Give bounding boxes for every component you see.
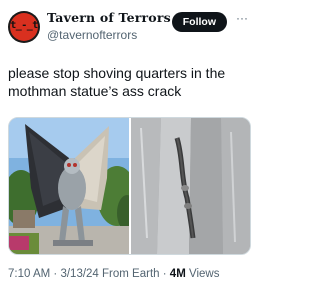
meta-separator: · bbox=[162, 268, 167, 280]
media-grid bbox=[8, 117, 251, 255]
display-name[interactable]: Tavern of Terrors bbox=[47, 10, 177, 26]
tweet-header: t_-_t Tavern of Terrors @tavernofterrors… bbox=[8, 9, 249, 43]
tweet-source: From Earth bbox=[102, 268, 160, 280]
tweet-meta: 7:10 AM · 3/13/24 From Earth · 4M Views bbox=[8, 268, 219, 280]
avatar[interactable]: t_-_t bbox=[8, 11, 40, 43]
author-names: Tavern of Terrors @tavernofterrors bbox=[47, 10, 177, 43]
views-count: 4M bbox=[169, 268, 186, 280]
more-options-icon[interactable]: ··· bbox=[235, 9, 249, 27]
handle[interactable]: @tavernofterrors bbox=[47, 27, 177, 43]
tweet-time[interactable]: 7:10 AM bbox=[8, 268, 50, 280]
tweet-date[interactable]: 3/13/24 bbox=[60, 268, 98, 280]
mothman-statue-photo[interactable] bbox=[9, 118, 137, 254]
coin-crack-closeup-photo[interactable] bbox=[131, 118, 250, 254]
meta-separator: · bbox=[53, 268, 58, 280]
follow-button[interactable]: Follow bbox=[171, 12, 227, 32]
tweet-text: please stop shoving quarters in the moth… bbox=[8, 65, 226, 99]
avatar-text: t_-_t bbox=[10, 20, 38, 31]
views-label: Views bbox=[188, 268, 220, 280]
